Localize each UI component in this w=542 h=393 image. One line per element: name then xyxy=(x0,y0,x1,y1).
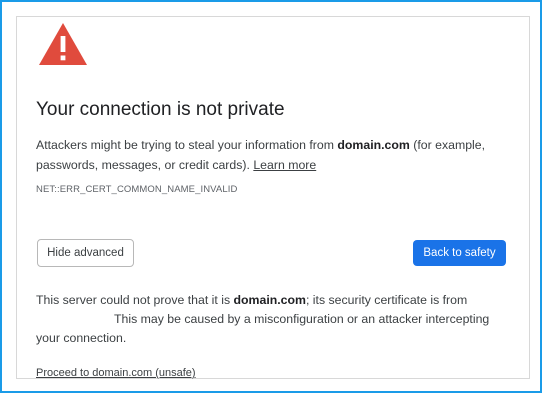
advanced-text-tail: This may be caused by a misconfiguration… xyxy=(36,312,490,345)
advanced-domain-name: domain.com xyxy=(233,293,306,307)
error-code: NET::ERR_CERT_COMMON_NAME_INVALID xyxy=(36,184,238,195)
warning-triangle-icon xyxy=(39,23,87,65)
description-text: Attackers might be trying to steal your … xyxy=(36,138,338,152)
advanced-text-continued: ; its security certificate is from xyxy=(305,293,468,307)
advanced-text: This server could not prove that it is xyxy=(36,293,234,307)
domain-name: domain.com xyxy=(337,138,410,152)
page-title: Your connection is not private xyxy=(36,99,285,120)
advanced-details: This server could not prove that it is d… xyxy=(36,291,506,348)
interstitial-page: Your connection is not private Attackers… xyxy=(16,16,530,379)
proceed-unsafe-link[interactable]: Proceed to domain.com (unsafe) xyxy=(36,367,196,379)
hide-advanced-button[interactable]: Hide advanced xyxy=(37,239,134,267)
warning-description: Attackers might be trying to steal your … xyxy=(36,135,512,175)
back-to-safety-button[interactable]: Back to safety xyxy=(413,240,506,266)
screenshot-frame: Your connection is not private Attackers… xyxy=(0,0,542,393)
learn-more-link[interactable]: Learn more xyxy=(253,158,316,172)
